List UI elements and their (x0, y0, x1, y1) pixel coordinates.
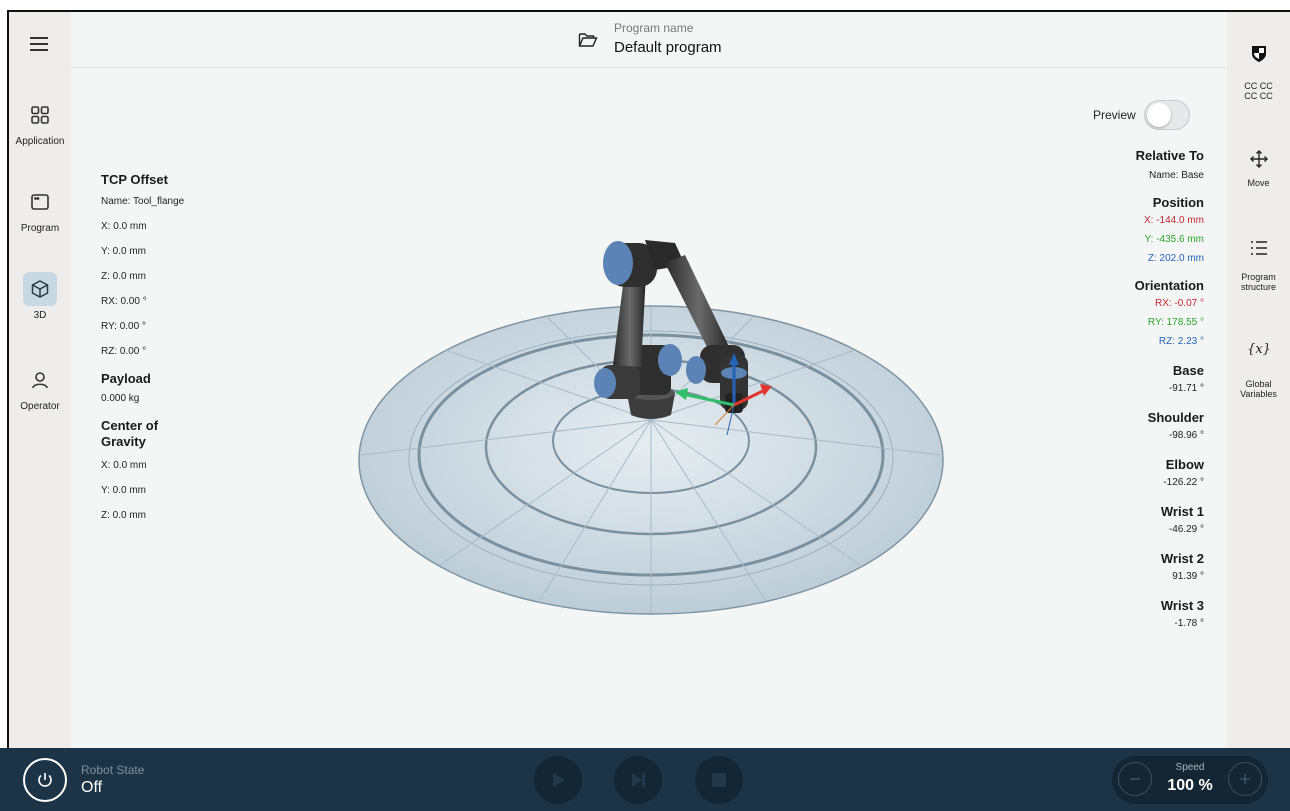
joint-wrist1-title: Wrist 1 (1160, 504, 1204, 519)
left-sidebar: Application Program 3D Operator (9, 12, 71, 748)
pose-info-panel: Relative To Name: Base Position X: -144.… (984, 148, 1204, 629)
tcp-info-panel: TCP Offset Name: Tool_flange X: 0.0 mm Y… (101, 172, 301, 521)
joint-wrist1-value: -46.29 ° (1168, 524, 1204, 535)
step-forward-icon (632, 773, 645, 787)
stop-button[interactable] (695, 756, 743, 804)
global-variables-label-line1: Global (1245, 379, 1272, 389)
position-z: Z: 202.0 mm (1147, 253, 1204, 264)
nav-application[interactable]: Application (9, 98, 71, 147)
right-nav-global-variables[interactable]: {x} Global Variables (1227, 340, 1290, 399)
joint-shoulder-value: -98.96 ° (1168, 430, 1204, 441)
preview-control: Preview (1093, 100, 1190, 130)
right-nav-program-structure[interactable]: Program structure (1227, 239, 1290, 292)
nav-3d-label: 3D (33, 310, 47, 321)
program-name[interactable]: Default program (614, 39, 722, 56)
tcp-x: X: 0.0 mm (101, 221, 147, 232)
cog-x: X: 0.0 mm (101, 460, 147, 471)
tcp-offset-title: TCP Offset (101, 172, 168, 187)
position-x: X: -144.0 mm (1143, 215, 1204, 226)
stop-icon (712, 773, 726, 787)
joint-wrist3-title: Wrist 3 (1160, 598, 1204, 613)
tcp-name: Name: Tool_flange (101, 196, 185, 207)
speed-control: Speed 100 % (1112, 756, 1268, 804)
nav-program[interactable]: Program (9, 185, 71, 234)
joint-base-title: Base (1172, 363, 1204, 378)
global-variables-label-line2: Variables (1240, 389, 1277, 399)
program-structure-label-line2: structure (1240, 282, 1276, 292)
preview-toggle[interactable] (1143, 100, 1190, 130)
safety-label-line2: CC CC (1244, 91, 1273, 101)
orientation-rz: RZ: 2.23 ° (1158, 336, 1204, 347)
orientation-title: Orientation (1134, 278, 1204, 293)
svg-text:{x}: {x} (1248, 342, 1270, 357)
tcp-y: Y: 0.0 mm (101, 246, 147, 257)
position-title: Position (1152, 195, 1204, 210)
relative-to-name: Name: Base (1148, 170, 1204, 181)
joint-elbow-value: -126.22 ° (1163, 477, 1204, 488)
plus-icon (1240, 774, 1250, 784)
hamburger-menu-icon[interactable] (29, 34, 51, 54)
joint-wrist3-value: -1.78 ° (1174, 618, 1204, 629)
toggle-knob (1146, 103, 1171, 127)
grid-icon (23, 98, 57, 132)
orientation-rx: RX: -0.07 ° (1154, 298, 1204, 309)
power-button[interactable] (23, 758, 67, 802)
footer-bar: Robot State Off Speed 100 % (0, 748, 1290, 811)
cog-y: Y: 0.0 mm (101, 485, 147, 496)
robot-state-label: Robot State (81, 763, 145, 777)
program-name-label: Program name (614, 21, 694, 35)
shield-icon (1251, 46, 1266, 62)
cube-icon (23, 272, 57, 306)
relative-to-title: Relative To (1135, 148, 1204, 163)
robot-state-value: Off (81, 779, 103, 796)
program-structure-label-line1: Program (1241, 272, 1276, 282)
play-icon (553, 773, 565, 787)
tcp-ry: RY: 0.00 ° (101, 321, 146, 332)
robot-3d-view[interactable] (355, 225, 945, 615)
move-label: Move (1247, 178, 1270, 188)
payload-title: Payload (101, 371, 151, 386)
position-y: Y: -435.6 mm (1144, 234, 1204, 245)
joint-wrist2-title: Wrist 2 (1160, 551, 1204, 566)
header: Program name Default program (71, 12, 1227, 68)
joint-wrist2-value: 91.39 ° (1172, 571, 1204, 582)
tcp-z: Z: 0.0 mm (101, 271, 147, 282)
tcp-rx: RX: 0.00 ° (101, 296, 147, 307)
right-nav-move[interactable]: Move (1227, 149, 1290, 188)
nav-operator[interactable]: Operator (9, 363, 71, 412)
speed-increase-button[interactable] (1228, 762, 1262, 796)
joint-base-value: -91.71 ° (1168, 383, 1204, 394)
tcp-rz: RZ: 0.00 ° (101, 346, 147, 357)
nav-program-label: Program (20, 223, 60, 234)
window-icon (23, 185, 57, 219)
nav-application-label: Application (15, 136, 65, 147)
cog-title-line2: Gravity (101, 434, 146, 449)
nav-operator-label: Operator (20, 401, 60, 412)
power-icon (38, 773, 52, 787)
variable-x-icon: {x} (1247, 342, 1271, 357)
joint-shoulder-title: Shoulder (1147, 410, 1204, 425)
nav-3d[interactable]: 3D (9, 272, 71, 321)
safety-label-line1: CC CC (1244, 81, 1273, 91)
person-icon (23, 363, 57, 397)
preview-label: Preview (1093, 108, 1136, 122)
orientation-ry: RY: 178.55 ° (1147, 317, 1204, 328)
folder-open-icon[interactable] (578, 32, 598, 53)
cog-z: Z: 0.0 mm (101, 510, 147, 521)
step-button[interactable] (614, 756, 662, 804)
right-sidebar: CC CC CC CC Move Program structure {x} G… (1227, 12, 1290, 748)
joint-elbow-title: Elbow (1165, 457, 1204, 472)
move-arrows-icon (1249, 150, 1268, 168)
play-button[interactable] (534, 756, 582, 804)
right-nav-safety[interactable]: CC CC CC CC (1227, 44, 1290, 101)
payload-value: 0.000 kg (101, 393, 140, 404)
list-icon (1250, 241, 1267, 255)
cog-title-line1: Center of (101, 418, 159, 433)
